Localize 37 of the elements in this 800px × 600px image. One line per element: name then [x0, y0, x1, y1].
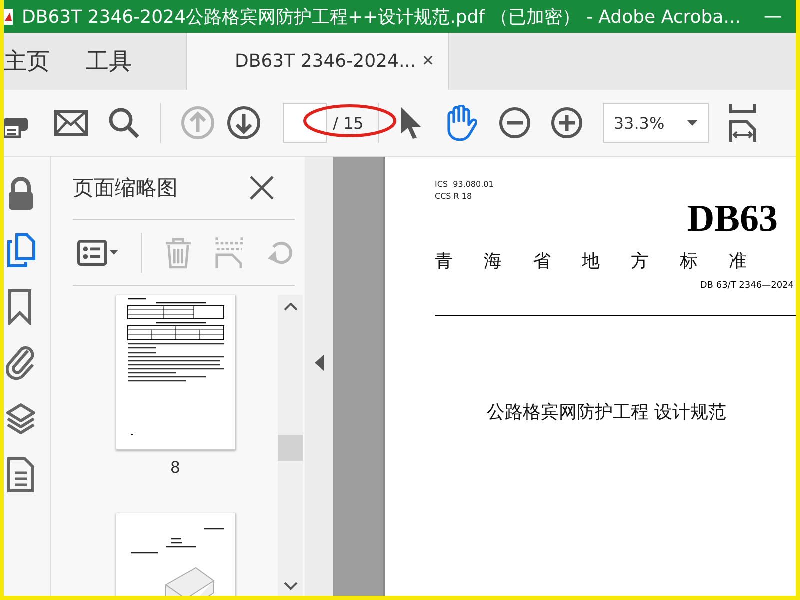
- standard-code: DB63: [687, 199, 778, 239]
- pointer-icon[interactable]: [398, 106, 423, 140]
- scroll-up-icon[interactable]: [284, 303, 298, 311]
- tab[interactable]: 主页: [4, 33, 68, 90]
- close-tab-button[interactable]: ×: [422, 50, 434, 73]
- pdf-file-icon: [4, 6, 14, 26]
- standard-number: DB 63/T 2346—2024: [700, 281, 794, 291]
- collapse-panel-icon[interactable]: [314, 354, 324, 370]
- page-thumbnail[interactable]: [116, 295, 236, 450]
- layers-icon[interactable]: [6, 401, 36, 437]
- panel-title: 页面缩略图: [73, 175, 178, 202]
- search-icon[interactable]: [108, 107, 140, 139]
- document-icon[interactable]: [6, 457, 36, 493]
- scrollbar-thumb[interactable]: [278, 435, 303, 461]
- window-title: DB63T 2346-2024公路格宾网防护工程++设计规范.pdf （已加密） - Adobe Acroba...: [22, 6, 741, 28]
- ccs-code: CCS R 18: [435, 191, 474, 203]
- pages-icon[interactable]: [6, 233, 36, 269]
- document-title: 公路格宾网防护工程 设计规范: [487, 401, 728, 424]
- zoom-dropdown[interactable]: 33.3%: [602, 103, 709, 143]
- zoom-in-icon[interactable]: [550, 107, 583, 139]
- zoom-out-icon[interactable]: [498, 107, 531, 139]
- tab[interactable]: DB63T 2346-2024... ×: [186, 33, 449, 90]
- email-icon[interactable]: [54, 110, 88, 136]
- scrollbar[interactable]: [278, 295, 303, 596]
- standard-type: 青海省地方标准: [435, 250, 779, 273]
- page-number-field[interactable]: [283, 103, 327, 143]
- fit-width-icon[interactable]: [728, 104, 759, 142]
- minimize-button[interactable]: —: [764, 6, 782, 27]
- page-count: / 15: [333, 114, 364, 132]
- attachment-icon[interactable]: [6, 345, 36, 381]
- ics-code: ICS 93.080.01: [435, 179, 495, 191]
- lock-icon[interactable]: [6, 177, 36, 213]
- close-icon[interactable]: [249, 175, 275, 201]
- caret-icon: [686, 120, 698, 126]
- scroll-down-icon[interactable]: [284, 582, 298, 590]
- page-number-label: 8: [170, 458, 181, 477]
- tab[interactable]: 工具: [86, 33, 150, 90]
